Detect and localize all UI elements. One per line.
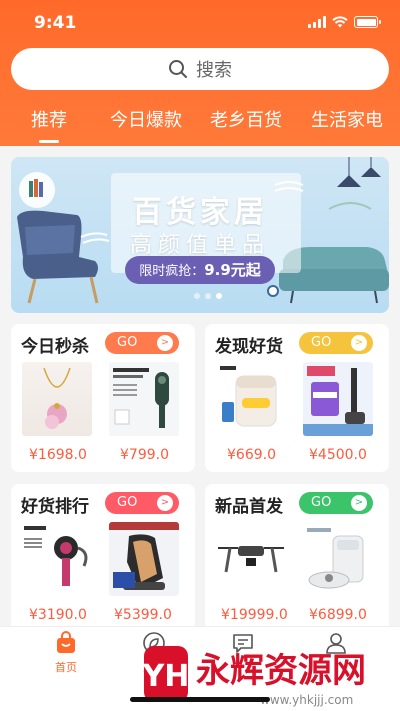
chevron-right-icon: >: [351, 335, 367, 351]
product-price: ¥3190.0: [29, 607, 87, 623]
product-image-robot-vacuum[interactable]: [303, 522, 373, 596]
go-button[interactable]: GO >: [105, 332, 179, 354]
card-flash-sale[interactable]: 今日秒杀 GO > ¥1698.0 ¥799.0: [11, 324, 195, 472]
card-title: 今日秒杀: [21, 337, 89, 357]
pagination-dot: [205, 293, 211, 299]
product-price: ¥19999.0: [221, 607, 288, 623]
product-price: ¥1698.0: [29, 447, 87, 463]
chevron-right-icon: >: [157, 495, 173, 511]
banner-title: 百货家居: [132, 195, 268, 230]
go-button[interactable]: GO >: [299, 332, 373, 354]
product-image-necklace[interactable]: [22, 362, 92, 436]
card-title: 新品首发: [215, 497, 283, 517]
go-button[interactable]: GO >: [105, 492, 179, 514]
card-discover-goods[interactable]: 发现好货 GO > ¥669.0 ¥4500.0: [205, 324, 389, 472]
battery-icon: [354, 16, 381, 28]
tab-today-hot[interactable]: 今日爆款: [110, 106, 182, 132]
chevron-right-icon: >: [351, 495, 367, 511]
pagination-dot-active: [216, 293, 222, 299]
product-price: ¥4500.0: [309, 447, 367, 463]
tab-recommend[interactable]: 推荐: [31, 106, 67, 132]
home-indicator: [130, 697, 270, 702]
chevron-right-icon: >: [157, 335, 173, 351]
tabbar-label: 首页: [55, 661, 77, 674]
tab-home-appliances[interactable]: 生活家电: [311, 106, 383, 132]
card-best-ranking[interactable]: 好货排行 GO > ¥3190.0 ¥5399.0: [11, 484, 195, 632]
go-label: GO: [117, 495, 138, 510]
status-time: 9:41: [34, 13, 77, 33]
banner-promo-price: 9.9元起: [204, 261, 261, 279]
search-bar[interactable]: 搜索: [11, 48, 389, 90]
product-price: ¥5399.0: [114, 607, 172, 623]
product-price: ¥6899.0: [309, 607, 367, 623]
banner-promo-pill[interactable]: 限时疯抢：9.9元起: [125, 256, 275, 284]
svg-text:YH: YH: [142, 659, 190, 694]
go-label: GO: [117, 335, 138, 350]
pagination-dot: [194, 293, 200, 299]
card-title: 好货排行: [21, 497, 89, 517]
status-icons: [308, 16, 381, 28]
card-new-release[interactable]: 新品首发 GO > ¥19999.0 ¥6899.0: [205, 484, 389, 632]
status-bar: 9:41: [0, 0, 400, 46]
banner-pagination: [194, 293, 222, 299]
card-title: 发现好货: [215, 337, 283, 357]
product-image-floor-washer[interactable]: [303, 362, 373, 436]
banner-subtitle: 高颜值单品: [129, 233, 270, 258]
product-price: ¥669.0: [227, 447, 276, 463]
product-image-hair-dryer[interactable]: [109, 362, 179, 436]
tabbar-item-home[interactable]: 首页: [36, 631, 96, 675]
product-image-dyson-dryer[interactable]: [22, 522, 92, 596]
tab-village-goods[interactable]: 老乡百货: [210, 106, 282, 132]
product-image-dehumidifier[interactable]: [216, 362, 286, 436]
signal-icon: [308, 16, 326, 28]
search-icon: [169, 60, 187, 78]
go-button[interactable]: GO >: [299, 492, 373, 514]
product-image-drone[interactable]: [216, 522, 286, 596]
product-image-massage-chair[interactable]: [109, 522, 179, 596]
watermark-text: 永辉资源网: [196, 651, 366, 691]
promo-banner[interactable]: 百货家居 高颜值单品 限时疯抢：9.9元起: [11, 157, 389, 313]
product-price: ¥799.0: [120, 447, 169, 463]
go-label: GO: [311, 335, 332, 350]
tab-active-indicator: [39, 140, 59, 143]
go-label: GO: [311, 495, 332, 510]
watermark-url: www.yhkjjj.com: [260, 693, 353, 707]
banner-promo-label: 限时疯抢：: [139, 264, 205, 279]
shopping-bag-icon: [57, 631, 75, 653]
wifi-icon: [332, 16, 348, 28]
category-tabs: 推荐 今日爆款 老乡百货 生活家电: [0, 96, 400, 146]
search-placeholder: 搜索: [196, 60, 232, 81]
